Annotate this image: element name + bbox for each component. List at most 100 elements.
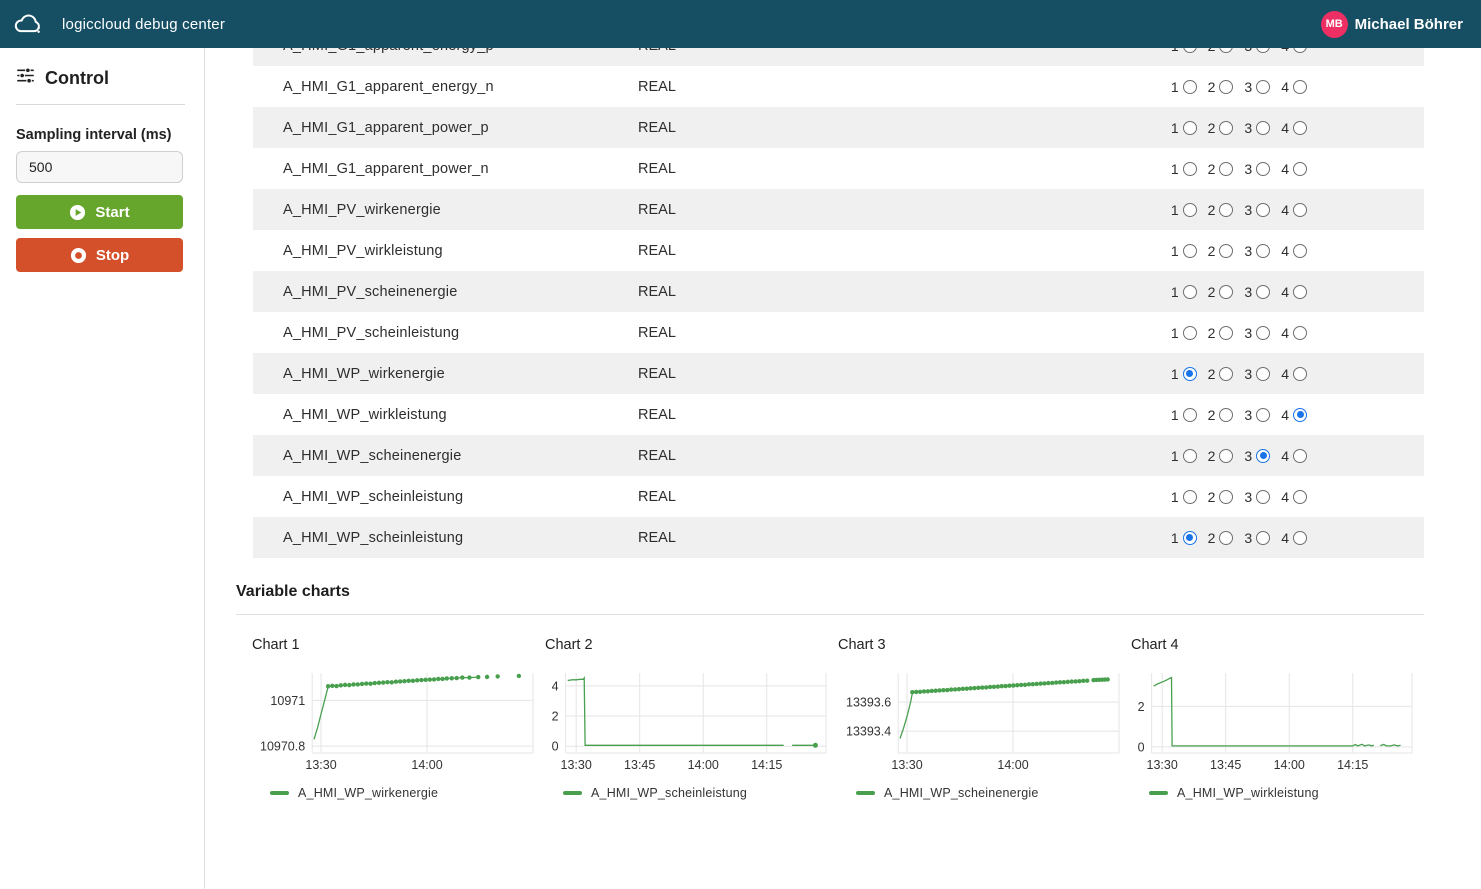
chart-legend[interactable]: A_HMI_WP_wirkleistung bbox=[1149, 786, 1424, 800]
radio-selected[interactable] bbox=[1183, 531, 1197, 545]
radio-option-label: 4 bbox=[1281, 79, 1289, 95]
radio-selected[interactable] bbox=[1256, 449, 1270, 463]
radio-unselected[interactable] bbox=[1293, 203, 1307, 217]
radio-unselected[interactable] bbox=[1256, 244, 1270, 258]
chart-radio-group: 1234 bbox=[1171, 448, 1424, 464]
divider bbox=[236, 614, 1424, 615]
sampling-interval-input[interactable] bbox=[16, 151, 183, 183]
radio-option: 2 bbox=[1208, 489, 1234, 505]
radio-option-label: 2 bbox=[1208, 79, 1216, 95]
radio-unselected[interactable] bbox=[1183, 80, 1197, 94]
radio-option-label: 2 bbox=[1208, 202, 1216, 218]
radio-unselected[interactable] bbox=[1219, 490, 1233, 504]
radio-unselected[interactable] bbox=[1183, 203, 1197, 217]
radio-option: 3 bbox=[1244, 366, 1270, 382]
table-row: A_HMI_G1_apparent_power_pREAL1234 bbox=[253, 107, 1424, 148]
radio-unselected[interactable] bbox=[1219, 80, 1233, 94]
chart-legend[interactable]: A_HMI_WP_scheinleistung bbox=[563, 786, 838, 800]
radio-option-label: 3 bbox=[1244, 366, 1252, 382]
radio-unselected[interactable] bbox=[1256, 203, 1270, 217]
radio-unselected[interactable] bbox=[1256, 80, 1270, 94]
radio-unselected[interactable] bbox=[1256, 121, 1270, 135]
radio-unselected[interactable] bbox=[1183, 408, 1197, 422]
variable-table-clip: A_HMI_G1_apparent_energy_pREAL1234A_HMI_… bbox=[236, 48, 1424, 558]
radio-option: 1 bbox=[1171, 407, 1197, 423]
radio-unselected[interactable] bbox=[1256, 162, 1270, 176]
radio-unselected[interactable] bbox=[1219, 367, 1233, 381]
chart-legend[interactable]: A_HMI_WP_wirkenergie bbox=[270, 786, 545, 800]
radio-unselected[interactable] bbox=[1293, 367, 1307, 381]
radio-unselected[interactable] bbox=[1293, 121, 1307, 135]
radio-option-label: 1 bbox=[1171, 530, 1179, 546]
radio-option-label: 4 bbox=[1281, 448, 1289, 464]
variable-name: A_HMI_PV_scheinenergie bbox=[253, 284, 638, 300]
radio-option: 2 bbox=[1208, 530, 1234, 546]
radio-option: 2 bbox=[1208, 284, 1234, 300]
radio-unselected[interactable] bbox=[1219, 48, 1233, 53]
chart-radio-group: 1234 bbox=[1171, 202, 1424, 218]
stop-button[interactable]: Stop bbox=[16, 238, 183, 272]
radio-unselected[interactable] bbox=[1293, 531, 1307, 545]
radio-option-label: 2 bbox=[1208, 530, 1216, 546]
radio-unselected[interactable] bbox=[1183, 490, 1197, 504]
radio-option: 4 bbox=[1281, 366, 1307, 382]
chart-title: Chart 2 bbox=[545, 637, 838, 653]
radio-unselected[interactable] bbox=[1293, 449, 1307, 463]
variable-name: A_HMI_PV_wirkleistung bbox=[253, 243, 638, 259]
radio-option-label: 3 bbox=[1244, 120, 1252, 136]
radio-unselected[interactable] bbox=[1219, 408, 1233, 422]
radio-unselected[interactable] bbox=[1183, 121, 1197, 135]
radio-unselected[interactable] bbox=[1293, 162, 1307, 176]
radio-option-label: 3 bbox=[1244, 325, 1252, 341]
radio-unselected[interactable] bbox=[1256, 490, 1270, 504]
user-menu[interactable]: MB Michael Böhrer bbox=[1321, 11, 1463, 38]
radio-option-label: 2 bbox=[1208, 366, 1216, 382]
radio-unselected[interactable] bbox=[1219, 244, 1233, 258]
radio-unselected[interactable] bbox=[1219, 326, 1233, 340]
radio-unselected[interactable] bbox=[1256, 367, 1270, 381]
radio-unselected[interactable] bbox=[1256, 408, 1270, 422]
radio-unselected[interactable] bbox=[1219, 162, 1233, 176]
radio-option: 3 bbox=[1244, 448, 1270, 464]
radio-option: 1 bbox=[1171, 530, 1197, 546]
radio-unselected[interactable] bbox=[1219, 285, 1233, 299]
radio-unselected[interactable] bbox=[1219, 121, 1233, 135]
table-row: A_HMI_G1_apparent_power_nREAL1234 bbox=[253, 148, 1424, 189]
chart-legend[interactable]: A_HMI_WP_scheinenergie bbox=[856, 786, 1131, 800]
table-row: A_HMI_G1_apparent_energy_nREAL1234 bbox=[253, 66, 1424, 107]
start-button[interactable]: Start bbox=[16, 195, 183, 229]
variable-type: REAL bbox=[638, 120, 838, 136]
radio-unselected[interactable] bbox=[1256, 285, 1270, 299]
radio-unselected[interactable] bbox=[1256, 48, 1270, 53]
legend-label: A_HMI_WP_wirkenergie bbox=[298, 786, 438, 800]
radio-unselected[interactable] bbox=[1219, 203, 1233, 217]
radio-unselected[interactable] bbox=[1293, 285, 1307, 299]
chart-radio-group: 1234 bbox=[1171, 325, 1424, 341]
radio-unselected[interactable] bbox=[1256, 326, 1270, 340]
radio-unselected[interactable] bbox=[1219, 531, 1233, 545]
variable-name: A_HMI_WP_scheinleistung bbox=[253, 489, 638, 505]
avatar[interactable]: MB bbox=[1321, 11, 1348, 38]
radio-option: 1 bbox=[1171, 202, 1197, 218]
radio-option-label: 4 bbox=[1281, 325, 1289, 341]
radio-unselected[interactable] bbox=[1293, 326, 1307, 340]
radio-unselected[interactable] bbox=[1293, 80, 1307, 94]
radio-unselected[interactable] bbox=[1256, 531, 1270, 545]
radio-selected[interactable] bbox=[1293, 408, 1307, 422]
svg-text:14:15: 14:15 bbox=[751, 758, 782, 772]
radio-unselected[interactable] bbox=[1293, 244, 1307, 258]
radio-option-label: 1 bbox=[1171, 120, 1179, 136]
radio-unselected[interactable] bbox=[1183, 326, 1197, 340]
radio-option-label: 1 bbox=[1171, 489, 1179, 505]
svg-text:0: 0 bbox=[552, 740, 559, 754]
variable-type: REAL bbox=[638, 79, 838, 95]
radio-unselected[interactable] bbox=[1183, 449, 1197, 463]
radio-unselected[interactable] bbox=[1183, 244, 1197, 258]
radio-unselected[interactable] bbox=[1183, 48, 1197, 53]
radio-unselected[interactable] bbox=[1183, 285, 1197, 299]
radio-unselected[interactable] bbox=[1293, 48, 1307, 53]
radio-unselected[interactable] bbox=[1219, 449, 1233, 463]
radio-unselected[interactable] bbox=[1183, 162, 1197, 176]
radio-unselected[interactable] bbox=[1293, 490, 1307, 504]
radio-selected[interactable] bbox=[1183, 367, 1197, 381]
